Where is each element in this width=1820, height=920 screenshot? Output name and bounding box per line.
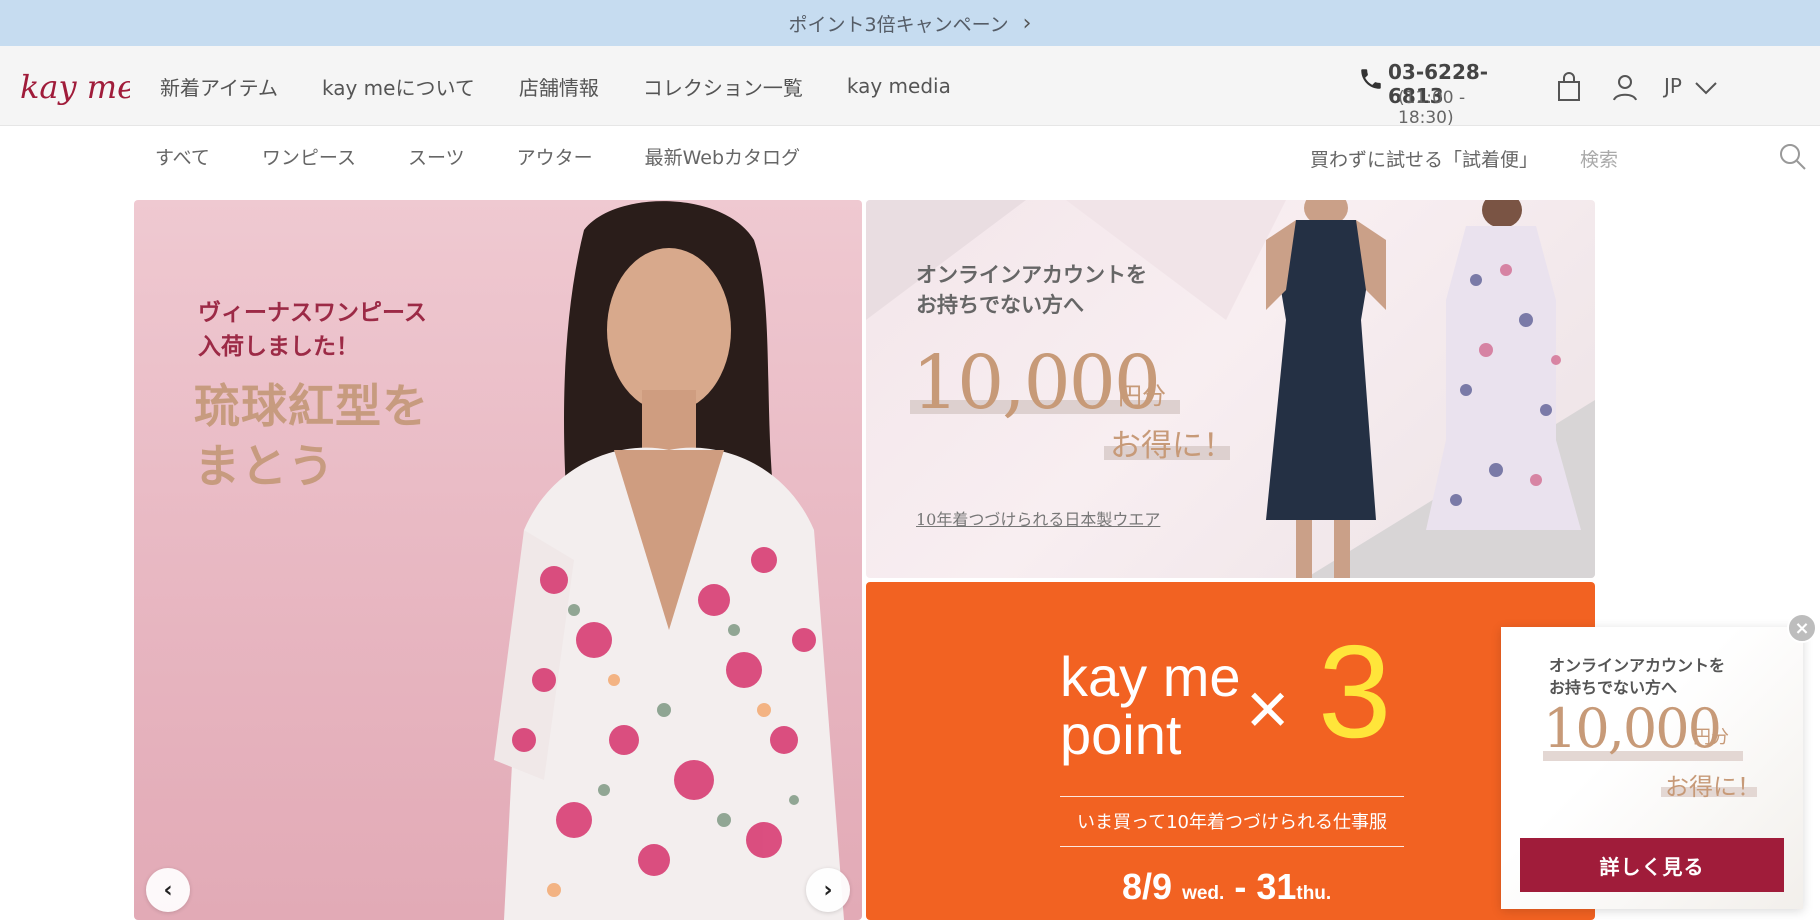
divider	[1060, 796, 1404, 797]
popup-unit: 円分	[1693, 727, 1729, 748]
hero-subtitle-line2: 入荷しました！	[198, 333, 359, 360]
carousel-next-button[interactable]: ›	[806, 868, 850, 912]
nav-item-stores[interactable]: 店舗情報	[519, 72, 599, 101]
promo-unit: 円分	[1118, 382, 1166, 410]
phone-icon	[1361, 69, 1381, 89]
date-start: 8/9	[1122, 866, 1173, 907]
point-brand-line2: point	[1060, 703, 1182, 766]
shopping-bag-icon[interactable]	[1554, 70, 1584, 104]
announcement-bar[interactable]: ポイント3倍キャンペーン ›	[0, 0, 1820, 46]
search-input[interactable]: 検索	[1580, 145, 1618, 172]
navy-dress-image	[1266, 200, 1386, 578]
popup-line2: お持ちでない方へ	[1549, 678, 1678, 697]
hero-subtitle-line1: ヴィーナスワンピース	[198, 299, 427, 326]
category-nav: すべて ワンピース スーツ アウター 最新Webカタログ	[155, 127, 800, 185]
promo-benefit: お得に！	[1110, 428, 1234, 464]
language-selector[interactable]: JP	[1664, 74, 1682, 98]
chevron-right-icon: ›	[1022, 10, 1032, 36]
nav-item-media[interactable]: kay media	[847, 74, 951, 98]
point-multiplier: 3	[1318, 618, 1392, 765]
popup-line1: オンラインアカウントを	[1549, 656, 1726, 675]
phone-hours: (11:00 - 18:30)	[1398, 88, 1466, 128]
search-icon[interactable]	[1778, 142, 1808, 172]
category-web-catalog[interactable]: 最新Webカタログ	[645, 143, 800, 170]
close-icon[interactable]: ×	[1787, 613, 1817, 643]
account-promo-popup: オンラインアカウントを お持ちでない方へ 10,000 円分 お得に！ 詳しく見…	[1501, 627, 1803, 909]
account-promo-banner[interactable]: オンラインアカウントを お持ちでない方へ 10,000 円分 お得に！ 10年着…	[866, 200, 1595, 578]
trial-service-link[interactable]: 買わずに試せる「試着便」	[1310, 145, 1538, 172]
hero-model-image	[494, 201, 844, 920]
site-header: kay me 新着アイテム kay meについて 店舗情報 コレクション一覧 k…	[0, 46, 1820, 128]
point-subtitle: いま買って10年着つづけられる仕事服	[1076, 812, 1387, 833]
account-promo-line2: お持ちでない方へ	[916, 292, 1084, 317]
nav-item-about[interactable]: kay meについて	[322, 72, 475, 101]
account-promo-heading: オンラインアカウントを お持ちでない方へ	[916, 260, 1147, 320]
chevron-down-icon[interactable]	[1694, 80, 1718, 96]
phone-contact[interactable]: 03-6228-6813 (11:00 - 18:30)	[1358, 60, 1518, 128]
promo-tagline[interactable]: 10年着つづけられる日本製ウエア	[916, 506, 1160, 530]
nav-item-collections[interactable]: コレクション一覧	[643, 72, 803, 101]
point-brand: kay me point	[1060, 648, 1241, 764]
popup-heading: オンラインアカウントを お持ちでない方へ	[1549, 655, 1725, 699]
point-brand-line1: kay me	[1060, 645, 1241, 708]
announcement-text[interactable]: ポイント3倍キャンペーン	[789, 10, 1009, 37]
category-bar: すべて ワンピース スーツ アウター 最新Webカタログ 買わずに試せる「試着便…	[0, 127, 1820, 185]
chevron-right-icon: ›	[823, 877, 833, 903]
category-suits[interactable]: スーツ	[408, 143, 465, 170]
logo-text: kay me	[20, 68, 130, 106]
category-onepiece[interactable]: ワンピース	[262, 143, 356, 170]
popup-details-button[interactable]: 詳しく見る	[1520, 838, 1784, 892]
category-all[interactable]: すべて	[155, 143, 210, 170]
times-symbol: ×	[1246, 667, 1290, 750]
main-nav: 新着アイテム kay meについて 店舗情報 コレクション一覧 kay medi…	[160, 46, 951, 126]
date-separator: -	[1234, 866, 1247, 907]
popup-benefit: お得に！	[1665, 773, 1761, 801]
logo[interactable]: kay me	[20, 58, 130, 118]
hero-subtitle: ヴィーナスワンピース 入荷しました！	[198, 296, 427, 364]
divider	[1060, 846, 1404, 847]
point-campaign-banner[interactable]: kay me point × 3 いま買って10年着つづけられる仕事服 8/9 …	[866, 582, 1595, 920]
carousel-prev-button[interactable]: ‹	[146, 868, 190, 912]
user-icon[interactable]	[1610, 70, 1640, 104]
campaign-dates: 8/9 wed. - 31thu.	[1122, 866, 1331, 908]
nav-item-new[interactable]: 新着アイテム	[160, 72, 278, 101]
chevron-left-icon: ‹	[163, 877, 173, 903]
day-start: wed.	[1182, 883, 1225, 904]
floral-dress-image	[1426, 200, 1581, 530]
hero-title: 琉球紅型を まとう	[194, 376, 429, 496]
hero-title-line1: 琉球紅型を	[194, 379, 429, 433]
category-outer[interactable]: アウター	[517, 143, 593, 170]
day-end: thu.	[1296, 883, 1332, 904]
hero-slide[interactable]: ヴィーナスワンピース 入荷しました！ 琉球紅型を まとう ‹ ›	[134, 200, 862, 920]
account-promo-line1: オンラインアカウントを	[916, 262, 1147, 287]
hero-title-line2: まとう	[194, 439, 335, 493]
date-end: 31	[1256, 866, 1297, 907]
